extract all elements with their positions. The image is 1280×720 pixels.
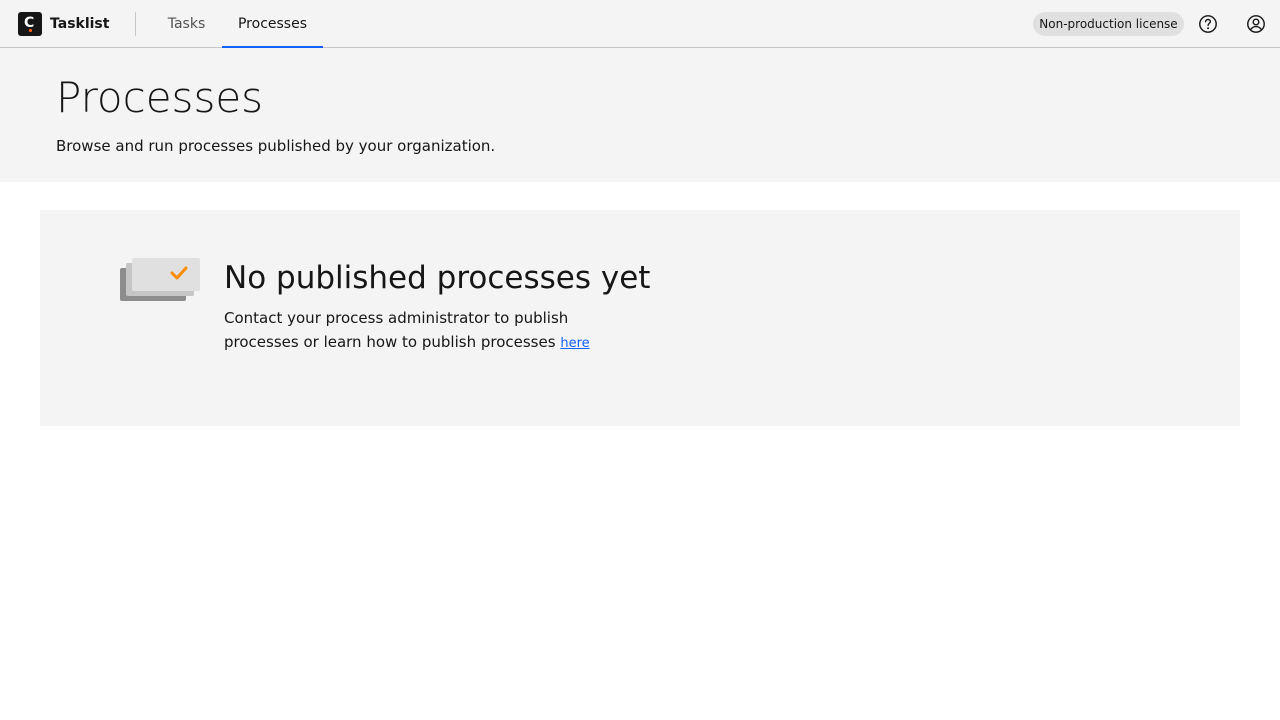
empty-state-description: Contact your process administrator to pu… [224,306,624,356]
page-header: Processes Browse and run processes publi… [0,48,1280,182]
empty-processes-icon [120,258,200,301]
page-subtitle: Browse and run processes published by yo… [56,137,496,155]
header-divider [135,12,136,36]
app-name: Tasklist [50,16,110,32]
empty-state-card: No published processes yet Contact your … [40,210,1240,426]
brand[interactable]: C Tasklist [18,12,109,36]
license-tag: Non-production license [1033,12,1184,36]
user-profile-button[interactable] [1244,12,1268,36]
help-button[interactable] [1196,12,1220,36]
camunda-logo-icon: C [18,12,42,36]
top-header: C Tasklist Tasks Processes Non-productio… [0,0,1280,49]
page-title: Processes [56,73,264,122]
nav-tab-processes[interactable]: Processes [222,0,323,49]
user-avatar-icon [1247,15,1265,33]
learn-publish-link[interactable]: here [560,336,589,351]
help-icon [1199,15,1217,33]
empty-state-text: Contact your process administrator to pu… [224,309,569,351]
nav-tab-tasks[interactable]: Tasks [151,0,222,48]
empty-state-title: No published processes yet [224,260,651,296]
